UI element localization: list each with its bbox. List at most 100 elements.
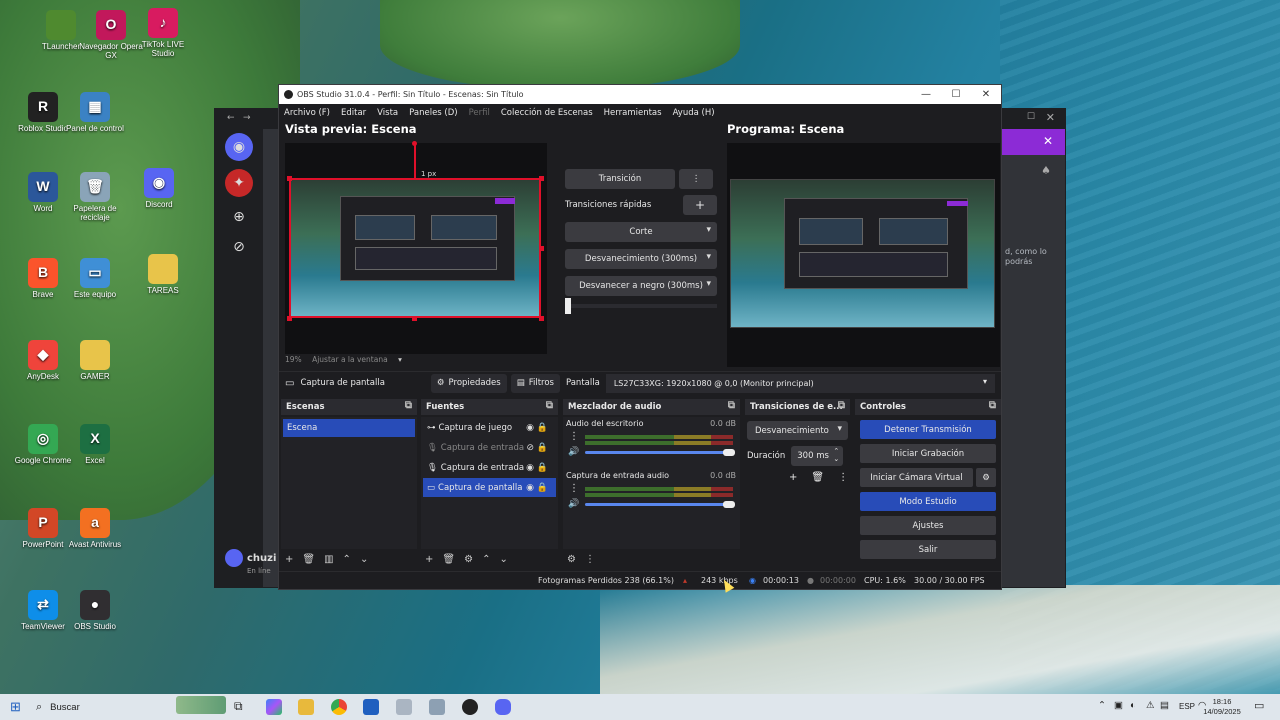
filters-button[interactable]: ▤ Filtros bbox=[510, 373, 560, 393]
chrome-icon[interactable] bbox=[331, 699, 347, 715]
desktop-icon[interactable]: ▭ Este equipo bbox=[62, 258, 128, 300]
resize-handle[interactable] bbox=[412, 316, 417, 321]
exit-button[interactable]: Salir bbox=[860, 540, 996, 559]
down-icon[interactable]: ⌄ bbox=[360, 554, 368, 565]
start-recording-button[interactable]: Iniciar Grabación bbox=[860, 444, 996, 463]
more-vertical-icon[interactable]: ⋮ bbox=[838, 472, 848, 483]
discord-home-icon[interactable]: ◉ bbox=[225, 133, 253, 161]
menu-editar[interactable]: Editar bbox=[341, 108, 366, 118]
eye-icon[interactable]: ◉ bbox=[526, 483, 534, 493]
server-avatar-icon[interactable]: ✦ bbox=[225, 169, 253, 197]
advanced-audio-gear-icon[interactable]: ⚙ bbox=[567, 554, 576, 565]
preview-canvas[interactable]: 1 px bbox=[285, 141, 547, 354]
desktop-icon[interactable]: GAMER bbox=[62, 340, 128, 382]
stop-stream-button[interactable]: Detener Transmisión bbox=[860, 420, 996, 439]
desktop-icon[interactable]: 🗑 Papelera de reciclaje bbox=[62, 172, 128, 223]
taskbar-search[interactable]: ⌕ Buscar bbox=[36, 696, 226, 717]
desktop-icon[interactable]: ● OBS Studio bbox=[62, 590, 128, 632]
menu-paneles[interactable]: Paneles (D) bbox=[409, 108, 457, 118]
quick-transition-cut[interactable]: Corte bbox=[565, 222, 717, 242]
tray-icon[interactable]: ▤ bbox=[1160, 700, 1169, 711]
tray-icon[interactable]: ▣ bbox=[1114, 700, 1123, 711]
discord-user[interactable]: chuzi En líne bbox=[225, 549, 276, 575]
tray-icon[interactable]: ◐ bbox=[1130, 700, 1136, 711]
filter-icon[interactable]: ▥ bbox=[324, 554, 333, 565]
source-item[interactable]: 🎙 Captura de entrada ◉ 🔒 bbox=[423, 458, 556, 477]
forward-arrow-icon[interactable]: → bbox=[243, 113, 251, 123]
back-arrow-icon[interactable]: ← bbox=[227, 113, 235, 123]
trash-icon[interactable]: 🗑 bbox=[442, 554, 455, 565]
menu-coleccion[interactable]: Colección de Escenas bbox=[501, 108, 593, 118]
up-icon[interactable]: ⌃ bbox=[482, 554, 490, 565]
add-icon[interactable]: + bbox=[789, 472, 797, 483]
maximize-icon[interactable]: ☐ bbox=[941, 85, 971, 104]
more-vertical-icon[interactable]: ⋮ bbox=[569, 431, 579, 442]
display-select[interactable]: LS27C33XG: 1920x1080 @ 0,0 (Monitor prin… bbox=[605, 373, 995, 393]
more-vertical-icon[interactable]: ⋮ bbox=[569, 483, 579, 494]
lock-icon[interactable]: 🔒 bbox=[537, 423, 548, 433]
menu-herramientas[interactable]: Herramientas bbox=[604, 108, 662, 118]
maximize-icon[interactable]: ☐ bbox=[1027, 112, 1035, 122]
chevron-up-icon[interactable]: ⌃ bbox=[1098, 700, 1106, 711]
trash-icon[interactable]: 🗑 bbox=[302, 554, 315, 565]
discord-taskbar-icon[interactable] bbox=[495, 699, 511, 715]
volume-slider[interactable] bbox=[585, 501, 735, 508]
source-item[interactable]: ⊶ Captura de juego ◉ 🔒 bbox=[423, 418, 556, 437]
desktop-icon[interactable]: TAREAS bbox=[130, 254, 196, 296]
explore-icon[interactable]: ⊘ bbox=[225, 233, 253, 261]
windows-start-icon[interactable]: ⊞ bbox=[10, 699, 21, 715]
add-icon[interactable]: + bbox=[425, 554, 433, 565]
menu-perfil[interactable]: Perfil bbox=[469, 108, 490, 118]
resize-handle[interactable] bbox=[287, 176, 292, 181]
add-icon[interactable]: + bbox=[285, 554, 293, 565]
add-server-icon[interactable]: ⊕ bbox=[225, 203, 253, 231]
resize-handle[interactable] bbox=[539, 316, 544, 321]
trash-icon[interactable]: 🗑 bbox=[811, 472, 824, 483]
studio-mode-button[interactable]: Modo Estudio bbox=[860, 492, 996, 511]
notification-icon[interactable]: ▭ bbox=[1254, 699, 1264, 712]
quick-transition-fade[interactable]: Desvanecimiento (300ms) bbox=[565, 249, 717, 269]
close-banner-icon[interactable]: ✕ bbox=[1043, 134, 1053, 148]
tray-icon[interactable]: ⚠ bbox=[1146, 700, 1155, 711]
resize-handle[interactable] bbox=[287, 316, 292, 321]
eye-icon[interactable]: ◉ bbox=[526, 423, 534, 433]
more-vertical-icon[interactable]: ⋮ bbox=[679, 169, 713, 189]
store-icon[interactable] bbox=[363, 699, 379, 715]
resize-handle[interactable] bbox=[539, 246, 544, 251]
menu-vista[interactable]: Vista bbox=[377, 108, 398, 118]
file-explorer-icon[interactable] bbox=[298, 699, 314, 715]
transition-select[interactable]: Desvanecimiento bbox=[747, 421, 848, 440]
source-item[interactable]: ▭ Captura de pantalla ◉ 🔒 bbox=[423, 478, 556, 497]
lock-icon[interactable]: 🔒 bbox=[537, 463, 548, 473]
language-indicator[interactable]: ESP bbox=[1179, 702, 1195, 711]
rotation-handle[interactable] bbox=[414, 143, 416, 178]
obs-window[interactable]: OBS Studio 31.0.4 - Perfil: Sin Título -… bbox=[278, 84, 1002, 590]
bell-icon[interactable]: ♠ bbox=[1041, 164, 1051, 177]
obs-taskbar-icon[interactable] bbox=[462, 699, 478, 715]
lock-icon[interactable]: 🔒 bbox=[537, 443, 548, 453]
gear-icon[interactable]: ⚙ bbox=[464, 554, 473, 565]
rotation-knob[interactable] bbox=[412, 141, 417, 146]
app-icon[interactable] bbox=[396, 699, 412, 715]
speaker-icon[interactable]: 🔊 bbox=[568, 447, 579, 457]
more-vertical-icon[interactable]: ⋮ bbox=[585, 554, 595, 565]
down-icon[interactable]: ⌄ bbox=[499, 554, 507, 565]
resize-handle[interactable] bbox=[539, 176, 544, 181]
desktop-icon[interactable]: ◉ Discord bbox=[126, 168, 192, 210]
task-view-icon[interactable]: ⧉ bbox=[234, 699, 243, 714]
volume-knob[interactable] bbox=[723, 449, 735, 456]
up-icon[interactable]: ⌃ bbox=[343, 554, 351, 565]
desktop-icon[interactable]: ▦ Panel de control bbox=[62, 92, 128, 134]
chevron-down-icon[interactable]: ▾ bbox=[398, 355, 402, 364]
stepper-icon[interactable]: ⌃ ⌄ bbox=[833, 447, 839, 463]
quick-transition-fade-black[interactable]: Desvanecer a negro (300ms) bbox=[565, 276, 717, 296]
tbar-slider[interactable] bbox=[565, 298, 717, 314]
virtual-camera-button[interactable]: Iniciar Cámara Virtual bbox=[860, 468, 973, 487]
eye-icon[interactable]: ◉ bbox=[526, 463, 534, 473]
tbar-knob[interactable] bbox=[565, 298, 571, 314]
close-icon[interactable]: ✕ bbox=[1046, 111, 1055, 124]
desktop-icon[interactable]: X Excel bbox=[62, 424, 128, 466]
clock[interactable]: 18:16 14/09/2025 bbox=[1200, 697, 1244, 717]
lock-icon[interactable]: 🔒 bbox=[537, 483, 548, 493]
selection-box[interactable] bbox=[289, 178, 541, 318]
